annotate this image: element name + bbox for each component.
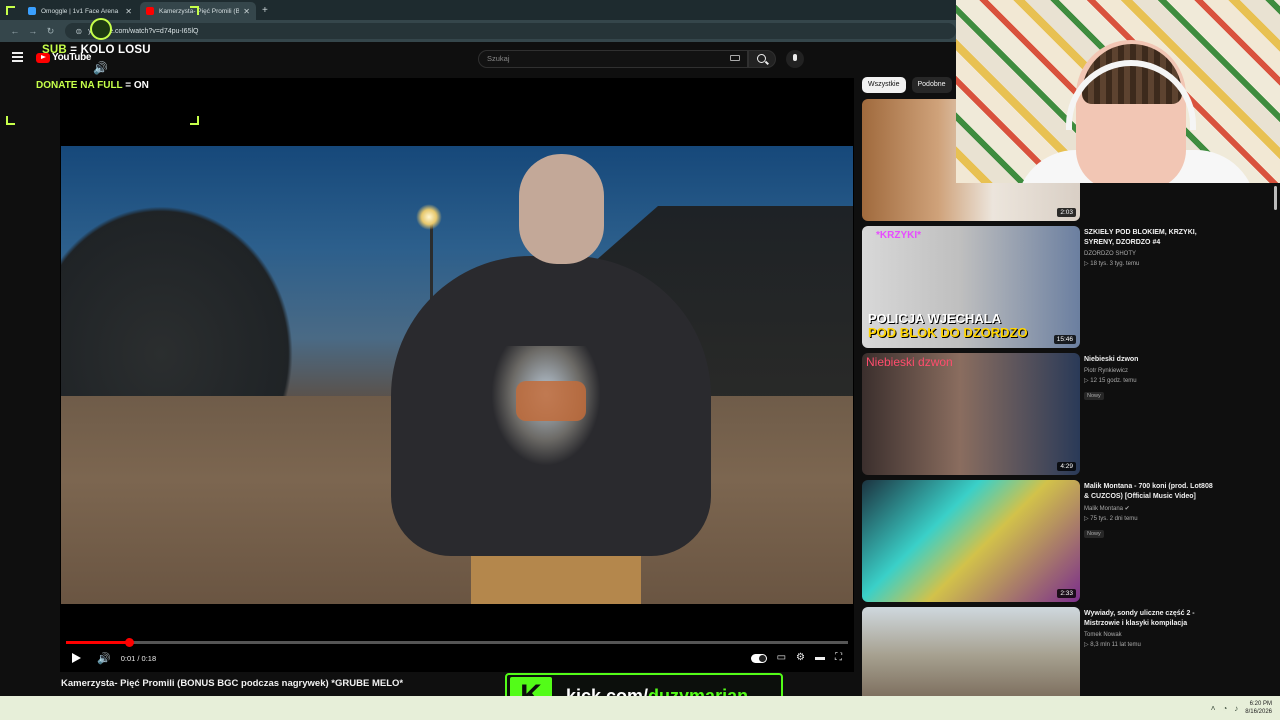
tab-title: Omoggle | 1v1 Face Arena — [41, 7, 119, 15]
recommendation-item[interactable]: Niebieski dzwon 4:29 Niebieski dzwon Pio… — [862, 353, 1262, 475]
overlay-sub-text: SUB = KOLO LOSU — [42, 44, 151, 56]
search-icon — [757, 54, 766, 63]
video-player[interactable]: 🔊 0:01 / 0:18 ▭ ⚙ ▬ ⛶ — [60, 78, 854, 672]
play-icon[interactable] — [72, 653, 81, 663]
video-thumbnail[interactable]: Niebieski dzwon 4:29 — [862, 353, 1080, 475]
volume-icon[interactable]: 🔊 — [97, 652, 111, 665]
chip-all[interactable]: Wszystkie — [862, 77, 906, 93]
channel-name[interactable]: Piotr Rynkiewicz — [1084, 368, 1214, 374]
video-title[interactable]: Niebieski dzwon — [1084, 355, 1214, 365]
clock[interactable]: 6:20 PM 8/16/2026 — [1245, 700, 1272, 716]
new-badge: Nowy — [1084, 392, 1104, 400]
duration-badge: 2:03 — [1057, 208, 1076, 217]
fullscreen-icon[interactable]: ⛶ — [835, 652, 842, 664]
street-lamp — [416, 204, 442, 230]
youtube-icon — [146, 7, 154, 15]
video-thumbnail[interactable]: *KRZYKI* POLICJA WJECHALA POD BLOK DO DZ… — [862, 226, 1080, 348]
channel-name[interactable]: Tomek Nowak — [1084, 632, 1214, 638]
video-title: Kamerzysta- Pięć Promili (BONUS BGC podc… — [61, 678, 404, 689]
close-icon[interactable]: ✕ — [125, 7, 132, 16]
progress-bar[interactable] — [66, 638, 848, 647]
site-info-icon[interactable]: ⊜ — [75, 27, 82, 36]
back-arrow-icon[interactable]: ← — [6, 26, 24, 36]
player-controls: 🔊 0:01 / 0:18 ▭ ⚙ ▬ ⛶ — [60, 648, 854, 668]
sidebar-scrollbar[interactable] — [1274, 186, 1277, 210]
tab-title: Kamerzysta- Pięć Promili (BON — [159, 7, 240, 15]
webcam-feed — [956, 0, 1280, 183]
donate-label: DONATE NA FULL — [36, 80, 123, 91]
tab-omoggle[interactable]: Omoggle | 1v1 Face Arena ✕ — [22, 2, 138, 20]
theater-mode-icon[interactable]: ▬ — [815, 652, 825, 664]
volume-tray-icon[interactable]: ♪ — [1234, 704, 1238, 713]
video-meta: ▷ 12 15 godz. temu — [1084, 378, 1137, 384]
settings-gear-icon[interactable]: ⚙ — [796, 652, 805, 664]
clock-time: 6:20 PM — [1249, 701, 1272, 707]
video-title[interactable]: Malik Montana - 700 koni (prod. Lot808 &… — [1084, 482, 1214, 502]
chip-related[interactable]: Podobne — [911, 77, 952, 93]
video-info: SZKIEŁY POD BLOKIEM, KRZYKI, SYRENY, DZO… — [1084, 228, 1214, 267]
clock-date: 8/16/2026 — [1245, 709, 1272, 715]
browser-navbar: ← → ↻ ⊜ youtube.com/watch?v=d74pu-I65lQ — [0, 20, 957, 42]
video-meta: ▷ 8,3 mln 11 lat temu — [1084, 642, 1141, 648]
search-button[interactable] — [748, 50, 776, 68]
screen: Omoggle | 1v1 Face Arena ✕ Kamerzysta- P… — [0, 0, 1280, 720]
video-title[interactable]: Wywiady, sondy uliczne część 2 - Mistrzo… — [1084, 609, 1214, 629]
time-display: 0:01 / 0:18 — [120, 653, 157, 663]
omoggle-icon — [28, 7, 36, 15]
donate-state: = ON — [125, 80, 149, 91]
video-meta: ▷ 75 tys. 2 dni temu — [1084, 516, 1138, 522]
caption-line: POLICJA WJECHALA — [868, 311, 1002, 326]
channel-name[interactable]: DZORDZO SHOTY — [1084, 251, 1214, 257]
recommendation-item[interactable]: *KRZYKI* POLICJA WJECHALA POD BLOK DO DZ… — [862, 226, 1262, 348]
filter-chips: Wszystkie Podobne — [862, 77, 952, 93]
duration-badge: 2:33 — [1057, 589, 1076, 598]
network-icon[interactable]: ◔ — [1222, 704, 1227, 713]
frame-corner — [190, 6, 199, 15]
menu-icon[interactable] — [12, 52, 23, 64]
system-tray: ˄ ◔ ♪ 6:20 PM 8/16/2026 — [1211, 696, 1280, 720]
duration-badge: 4:29 — [1057, 462, 1076, 471]
browser-tabbar: Omoggle | 1v1 Face Arena ✕ Kamerzysta- P… — [0, 0, 956, 20]
overlay-donate-text: DONATE NA FULL = ON — [36, 80, 149, 91]
thumbnail-tag: *KRZYKI* — [876, 230, 922, 241]
thumbnail-caption: POLICJA WJECHALA POD BLOK DO DZORDZO — [868, 312, 1028, 340]
caption-line: POD BLOK DO DZORDZO — [868, 325, 1028, 340]
man-head — [519, 154, 604, 264]
video-title[interactable]: SZKIEŁY POD BLOKIEM, KRZYKI, SYRENY, DZO… — [1084, 228, 1214, 248]
channel-name[interactable]: Malik Montana ✔ — [1084, 505, 1214, 512]
search-input[interactable]: Szukaj — [478, 50, 748, 68]
chevron-up-icon[interactable]: ˄ — [1211, 704, 1216, 713]
os-taskbar: ˄ ◔ ♪ 6:20 PM 8/16/2026 — [0, 696, 1280, 720]
sub-reward: = KOLO LOSU — [70, 44, 151, 56]
frame-corner — [6, 6, 15, 15]
shirt-print-accent — [516, 381, 586, 421]
video-meta: ▷ 18 tys. 3 tyg. temu — [1084, 261, 1140, 267]
video-info: Niebieski dzwon Piotr Rynkiewicz ▷ 12 15… — [1084, 355, 1214, 402]
video-frame — [61, 146, 853, 604]
microphone-button[interactable] — [786, 50, 804, 68]
recommendation-item[interactable]: 2:33 Malik Montana - 700 koni (prod. Lot… — [862, 480, 1262, 602]
duration-badge: 15:46 — [1053, 335, 1076, 344]
sub-label: SUB — [42, 44, 67, 56]
frame-corner — [6, 116, 15, 125]
new-tab-icon[interactable]: + — [262, 5, 268, 16]
address-bar[interactable]: ⊜ youtube.com/watch?v=d74pu-I65lQ — [65, 23, 957, 39]
thumbnail-caption: Niebieski dzwon — [866, 355, 953, 369]
video-info: Wywiady, sondy uliczne część 2 - Mistrzo… — [1084, 609, 1214, 648]
progress-fill — [66, 641, 129, 644]
progress-knob[interactable] — [124, 638, 134, 647]
subtitles-icon[interactable]: ▭ — [777, 652, 786, 664]
new-badge: Nowy — [1084, 530, 1104, 538]
video-info: Malik Montana - 700 koni (prod. Lot808 &… — [1084, 482, 1214, 540]
keyboard-icon[interactable] — [730, 55, 740, 61]
speaker-icon: 🔊 — [93, 61, 108, 75]
video-thumbnail[interactable]: 2:33 — [862, 480, 1080, 602]
close-icon[interactable]: ✕ — [243, 7, 250, 16]
wheel-icon — [90, 18, 112, 40]
reload-icon[interactable]: ↻ — [42, 26, 60, 37]
autoplay-toggle[interactable] — [750, 653, 767, 663]
forward-arrow-icon[interactable]: → — [24, 26, 42, 36]
frame-corner — [190, 116, 199, 125]
